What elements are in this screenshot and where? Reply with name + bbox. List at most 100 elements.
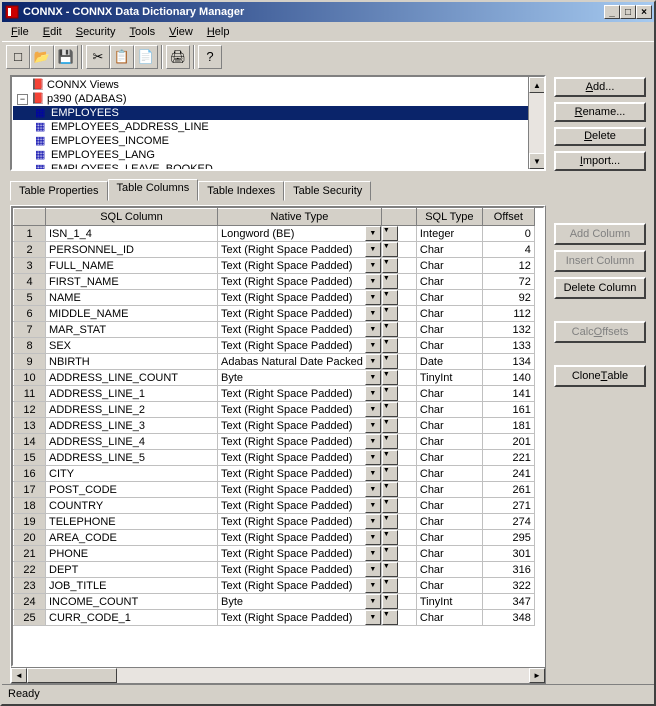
grid-cell[interactable]: Char [416, 290, 482, 306]
table-row[interactable]: 13ADDRESS_LINE_3Text (Right Space Padded… [14, 418, 535, 434]
row-header[interactable]: 13 [14, 418, 46, 434]
sql-type-dropdown[interactable]: ▼ [381, 290, 416, 306]
table-row[interactable]: 6MIDDLE_NAMEText (Right Space Padded)▼▼C… [14, 306, 535, 322]
scroll-right-icon[interactable]: ► [529, 668, 545, 683]
minimize-button[interactable]: _ [604, 5, 620, 19]
column-header[interactable]: SQL Type [416, 209, 482, 226]
table-row[interactable]: 14ADDRESS_LINE_4Text (Right Space Padded… [14, 434, 535, 450]
dropdown-icon[interactable]: ▼ [365, 482, 381, 497]
open-icon[interactable]: 📂 [30, 45, 54, 69]
dropdown-icon[interactable]: ▼ [382, 594, 398, 609]
offset-cell[interactable]: 241 [482, 466, 534, 482]
dropdown-icon[interactable]: ▼ [382, 498, 398, 513]
menu-edit[interactable]: Edit [36, 24, 69, 40]
table-row[interactable]: 22DEPTText (Right Space Padded)▼▼Char316 [14, 562, 535, 578]
grid-cell[interactable]: JOB_TITLE [46, 578, 218, 594]
row-header[interactable]: 10 [14, 370, 46, 386]
table-row[interactable]: 24INCOME_COUNTByte▼▼TinyInt347 [14, 594, 535, 610]
row-header[interactable]: 11 [14, 386, 46, 402]
native-type-cell[interactable]: Text (Right Space Padded)▼ [218, 386, 382, 402]
dropdown-icon[interactable]: ▼ [365, 594, 381, 609]
dropdown-icon[interactable]: ▼ [365, 274, 381, 289]
grid-cell[interactable]: FULL_NAME [46, 258, 218, 274]
table-row[interactable]: 7MAR_STATText (Right Space Padded)▼▼Char… [14, 322, 535, 338]
grid-cell[interactable]: INCOME_COUNT [46, 594, 218, 610]
dropdown-icon[interactable]: ▼ [382, 354, 398, 369]
table-row[interactable]: 4FIRST_NAMEText (Right Space Padded)▼▼Ch… [14, 274, 535, 290]
native-type-cell[interactable]: Text (Right Space Padded)▼ [218, 482, 382, 498]
grid-cell[interactable]: NAME [46, 290, 218, 306]
dropdown-icon[interactable]: ▼ [382, 322, 398, 337]
import-button[interactable]: Import... [554, 151, 646, 171]
dropdown-icon[interactable]: ▼ [382, 610, 398, 625]
native-type-cell[interactable]: Text (Right Space Padded)▼ [218, 338, 382, 354]
sql-type-dropdown[interactable]: ▼ [381, 258, 416, 274]
column-header[interactable]: Native Type [218, 209, 382, 226]
grid-cell[interactable]: Char [416, 322, 482, 338]
dropdown-icon[interactable]: ▼ [382, 226, 398, 241]
table-row[interactable]: 11ADDRESS_LINE_1Text (Right Space Padded… [14, 386, 535, 402]
grid-cell[interactable]: Char [416, 258, 482, 274]
grid-cell[interactable]: SEX [46, 338, 218, 354]
table-row[interactable]: 20AREA_CODEText (Right Space Padded)▼▼Ch… [14, 530, 535, 546]
sql-type-dropdown[interactable]: ▼ [381, 322, 416, 338]
offset-cell[interactable]: 347 [482, 594, 534, 610]
grid-cell[interactable]: COUNTRY [46, 498, 218, 514]
dropdown-icon[interactable]: ▼ [382, 386, 398, 401]
sql-type-dropdown[interactable]: ▼ [381, 338, 416, 354]
row-header[interactable]: 23 [14, 578, 46, 594]
grid-cell[interactable]: TinyInt [416, 370, 482, 386]
native-type-cell[interactable]: Text (Right Space Padded)▼ [218, 562, 382, 578]
grid-cell[interactable]: Char [416, 498, 482, 514]
cut-icon[interactable]: ✂ [86, 45, 110, 69]
tree-node[interactable]: 📕CONNX Views [13, 78, 543, 92]
native-type-cell[interactable]: Text (Right Space Padded)▼ [218, 578, 382, 594]
sql-type-dropdown[interactable]: ▼ [381, 514, 416, 530]
grid-cell[interactable]: Char [416, 578, 482, 594]
dropdown-icon[interactable]: ▼ [365, 546, 381, 561]
tree-scrollbar[interactable]: ▲ ▼ [528, 77, 544, 169]
dropdown-icon[interactable]: ▼ [382, 258, 398, 273]
maximize-button[interactable]: □ [620, 5, 636, 19]
grid-cell[interactable]: PERSONNEL_ID [46, 242, 218, 258]
save-icon[interactable]: 💾 [54, 45, 78, 69]
grid-cell[interactable]: DEPT [46, 562, 218, 578]
dropdown-icon[interactable]: ▼ [382, 274, 398, 289]
grid-cell[interactable]: ADDRESS_LINE_COUNT [46, 370, 218, 386]
table-row[interactable]: 15ADDRESS_LINE_5Text (Right Space Padded… [14, 450, 535, 466]
offset-cell[interactable]: 295 [482, 530, 534, 546]
add-button[interactable]: Add... [554, 77, 646, 97]
sql-type-dropdown[interactable]: ▼ [381, 434, 416, 450]
tree-node[interactable]: ▦EMPLOYEES_ADDRESS_LINE [13, 120, 543, 134]
sql-type-dropdown[interactable]: ▼ [381, 594, 416, 610]
grid-cell[interactable]: Char [416, 466, 482, 482]
table-row[interactable]: 19TELEPHONEText (Right Space Padded)▼▼Ch… [14, 514, 535, 530]
native-type-cell[interactable]: Longword (BE)▼ [218, 226, 382, 242]
native-type-cell[interactable]: Text (Right Space Padded)▼ [218, 466, 382, 482]
row-header[interactable]: 9 [14, 354, 46, 370]
offset-cell[interactable]: 274 [482, 514, 534, 530]
dropdown-icon[interactable]: ▼ [365, 242, 381, 257]
tree-node[interactable]: ▦EMPLOYEES_INCOME [13, 134, 543, 148]
dropdown-icon[interactable]: ▼ [382, 434, 398, 449]
dropdown-icon[interactable]: ▼ [382, 370, 398, 385]
grid-hscroll[interactable]: ◄ ► [11, 667, 545, 683]
sql-type-dropdown[interactable]: ▼ [381, 226, 416, 242]
row-header[interactable]: 24 [14, 594, 46, 610]
dropdown-icon[interactable]: ▼ [382, 514, 398, 529]
native-type-cell[interactable]: Text (Right Space Padded)▼ [218, 322, 382, 338]
dropdown-icon[interactable]: ▼ [382, 402, 398, 417]
dropdown-icon[interactable]: ▼ [382, 578, 398, 593]
copy-icon[interactable]: 📋 [110, 45, 134, 69]
tab-table-columns[interactable]: Table Columns [108, 179, 199, 201]
dropdown-icon[interactable]: ▼ [365, 386, 381, 401]
grid-cell[interactable]: CURR_CODE_1 [46, 610, 218, 626]
grid-cell[interactable]: ADDRESS_LINE_5 [46, 450, 218, 466]
grid-cell[interactable]: MAR_STAT [46, 322, 218, 338]
table-row[interactable]: 16CITYText (Right Space Padded)▼▼Char241 [14, 466, 535, 482]
new-icon[interactable]: □ [6, 45, 30, 69]
tree-view[interactable]: 📕CONNX Views−📕p390 (ADABAS)▦EMPLOYEES▦EM… [10, 75, 546, 171]
tab-table-indexes[interactable]: Table Indexes [198, 181, 284, 201]
grid-cell[interactable]: CITY [46, 466, 218, 482]
grid-cell[interactable]: Char [416, 562, 482, 578]
